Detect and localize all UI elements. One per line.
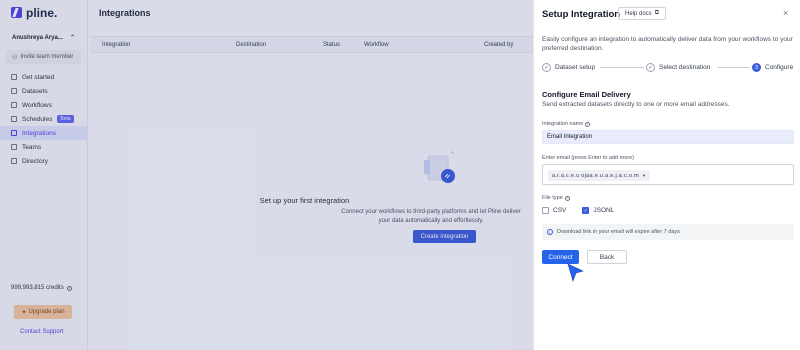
expiry-note: i Download link in your email will expir… — [542, 224, 794, 240]
section-title: Configure Email Delivery — [542, 90, 631, 99]
check-icon: ✓ — [542, 63, 551, 72]
stepper: ✓ Dataset setup ✓ Select destination 3 C… — [542, 61, 800, 75]
panel-description: Easily configure an integration to autom… — [542, 36, 793, 53]
info-icon[interactable]: i — [585, 121, 591, 127]
csv-checkbox[interactable] — [542, 207, 549, 214]
email-label: Enter email (press Enter to add more) — [542, 155, 635, 161]
file-type-options: CSV ✓ JSONL — [542, 207, 614, 214]
modal-backdrop[interactable] — [0, 0, 533, 350]
step-label-configure: Configure — [765, 64, 794, 71]
csv-label: CSV — [553, 207, 567, 214]
integration-name-label-text: Integration name — [542, 121, 584, 127]
close-icon[interactable]: × — [783, 8, 788, 18]
email-field[interactable]: a.r.a.c.e.u ojaa.e.u.a.e.j.a.c.o.m ▼ — [542, 164, 794, 185]
file-type-label: File type i — [542, 195, 570, 201]
external-link-icon: ⧉ — [654, 10, 659, 16]
back-button[interactable]: Back — [587, 250, 627, 264]
step-connector — [600, 67, 644, 68]
info-icon: i — [547, 229, 553, 235]
help-docs-label: Help docs — [625, 10, 652, 17]
email-chip-text: a.r.a.c.e.u ojaa.e.u.a.e.j.a.c.o.m — [552, 172, 639, 179]
jsonl-checkbox[interactable]: ✓ — [582, 207, 590, 214]
info-icon[interactable]: i — [564, 195, 570, 201]
jsonl-label: JSONL — [593, 207, 615, 214]
help-docs-button[interactable]: Help docs ⧉ — [618, 7, 666, 20]
expiry-note-text: Download link in your email will expire … — [557, 229, 680, 235]
section-subtitle: Send extracted datasets directly to one … — [542, 101, 730, 108]
setup-integration-panel: Setup Integration Help docs ⧉ × Easily c… — [533, 0, 800, 350]
step-number-current: 3 — [752, 63, 761, 72]
email-chip[interactable]: a.r.a.c.e.u ojaa.e.u.a.e.j.a.c.o.m ▼ — [548, 170, 651, 181]
step-connector — [718, 67, 750, 68]
step-label-dataset-setup: Dataset setup — [555, 64, 596, 71]
remove-chip-icon[interactable]: ▼ — [642, 173, 646, 178]
check-icon: ✓ — [646, 63, 655, 72]
integration-name-label: Integration name i — [542, 121, 591, 127]
step-label-select-destination: Select destination — [659, 64, 711, 71]
panel-title: Setup Integration — [542, 9, 621, 20]
integration-name-input[interactable]: Email Integration — [542, 130, 794, 144]
mouse-cursor-icon — [567, 263, 584, 282]
file-type-label-text: File type — [542, 195, 563, 201]
